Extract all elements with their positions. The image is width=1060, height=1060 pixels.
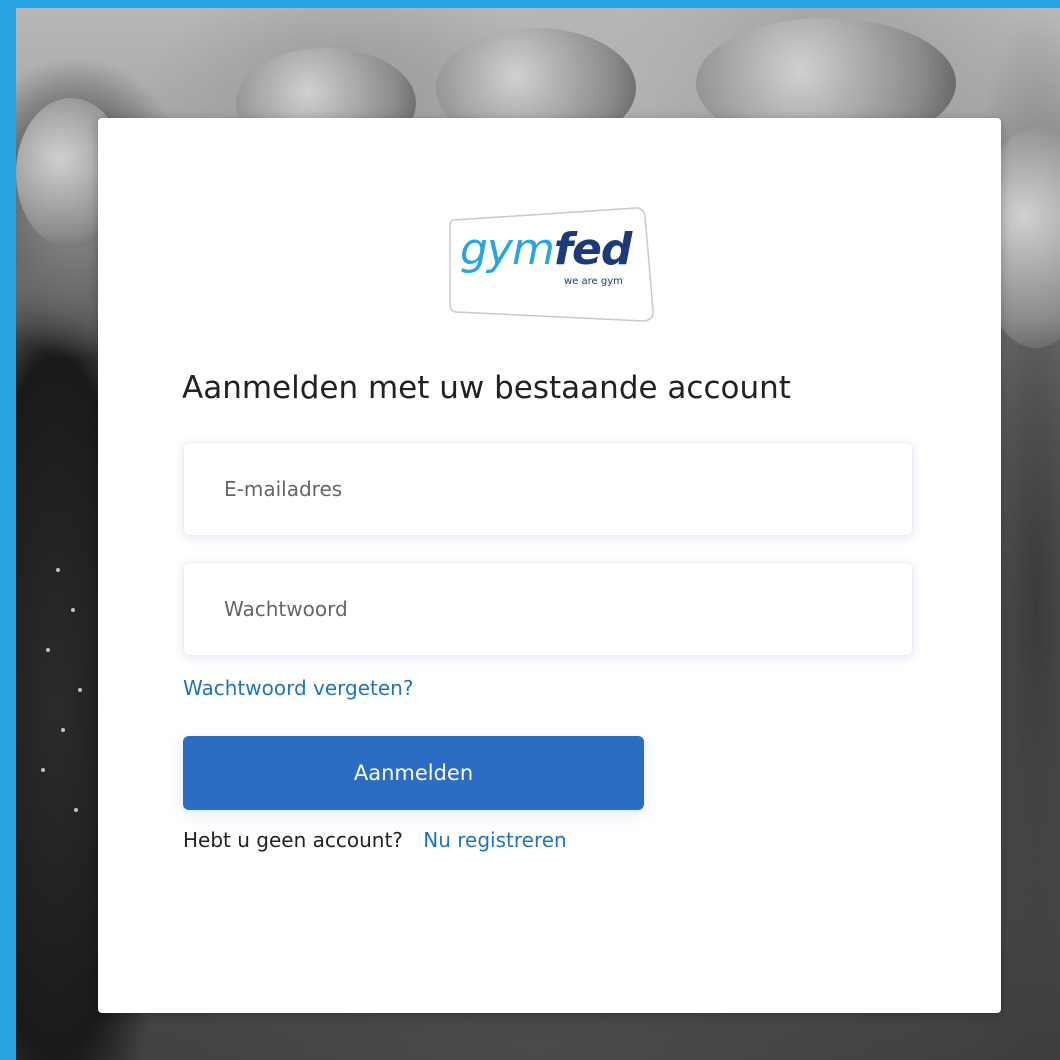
background-sparkle [71,608,75,612]
gymfed-logo: gymfed we are gym [448,206,654,328]
background-sparkle [46,648,50,652]
logo-wordmark: gymfed [460,228,632,272]
background-sparkle [56,568,60,572]
page-frame: gymfed we are gym Aanmelden met uw besta… [0,0,1060,1060]
page-title: Aanmelden met uw bestaande account [182,370,791,406]
register-row: Hebt u geen account? Nu registreren [183,828,567,852]
background-sparkle [41,768,45,772]
forgot-password-link[interactable]: Wachtwoord vergeten? [183,676,413,700]
background-sparkle [61,728,65,732]
background-sparkle [78,688,82,692]
login-card: gymfed we are gym Aanmelden met uw besta… [98,118,1001,1013]
register-link[interactable]: Nu registreren [423,828,566,852]
background-sparkle [74,808,78,812]
password-field-wrapper [183,562,913,656]
sign-in-button[interactable]: Aanmelden [183,736,644,810]
logo-word-fed: fed [553,224,632,275]
email-field[interactable] [184,443,912,535]
logo-word-gym: gym [460,224,555,275]
password-field[interactable] [184,563,912,655]
no-account-text: Hebt u geen account? [183,828,403,852]
logo-tagline: we are gym [564,276,623,287]
email-field-wrapper [183,442,913,536]
